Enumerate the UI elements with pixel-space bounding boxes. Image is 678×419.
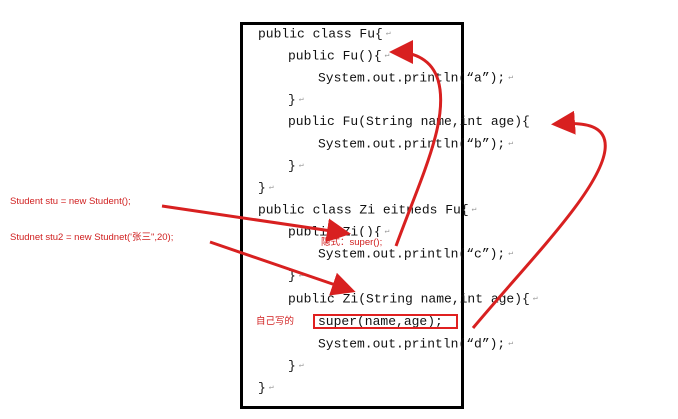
code-line: } ↵ — [288, 92, 304, 108]
code-line: public class Fu{↵ — [258, 26, 391, 42]
code-line: public Fu(String name,int age){ — [288, 114, 530, 129]
code-line: System.out.println(“b”); ↵ — [318, 136, 514, 152]
annotation-self-written: 自己写的 — [256, 316, 295, 327]
code-line: } ↵ — [258, 380, 274, 396]
code-line: } ↵ — [288, 358, 304, 374]
code-line: } ↵ — [288, 158, 304, 174]
code-line: System.out.println(“a”); ↵ — [318, 70, 514, 86]
code-line: public Zi(String name,int age){↵ — [288, 291, 538, 307]
code-line: System.out.println(“d”); ↵ — [318, 336, 514, 352]
super-call-highlight — [313, 314, 458, 329]
code-line: public Fu(){↵ — [288, 48, 390, 64]
annotation-student-call-2: Studnet stu2 = new Studnet('张三",20); — [10, 232, 174, 243]
annotation-student-call-1: Student stu = new Student(); — [10, 196, 131, 207]
code-line: } ↵ — [288, 268, 304, 284]
code-line: public class Zi eitneds Fu{↵ — [258, 202, 477, 218]
diagram-canvas: public class Fu{↵ public Fu(){↵ System.o… — [0, 0, 678, 419]
code-line: } ↵ — [258, 180, 274, 196]
annotation-implicit-super: 隐式：super(); — [321, 237, 383, 249]
